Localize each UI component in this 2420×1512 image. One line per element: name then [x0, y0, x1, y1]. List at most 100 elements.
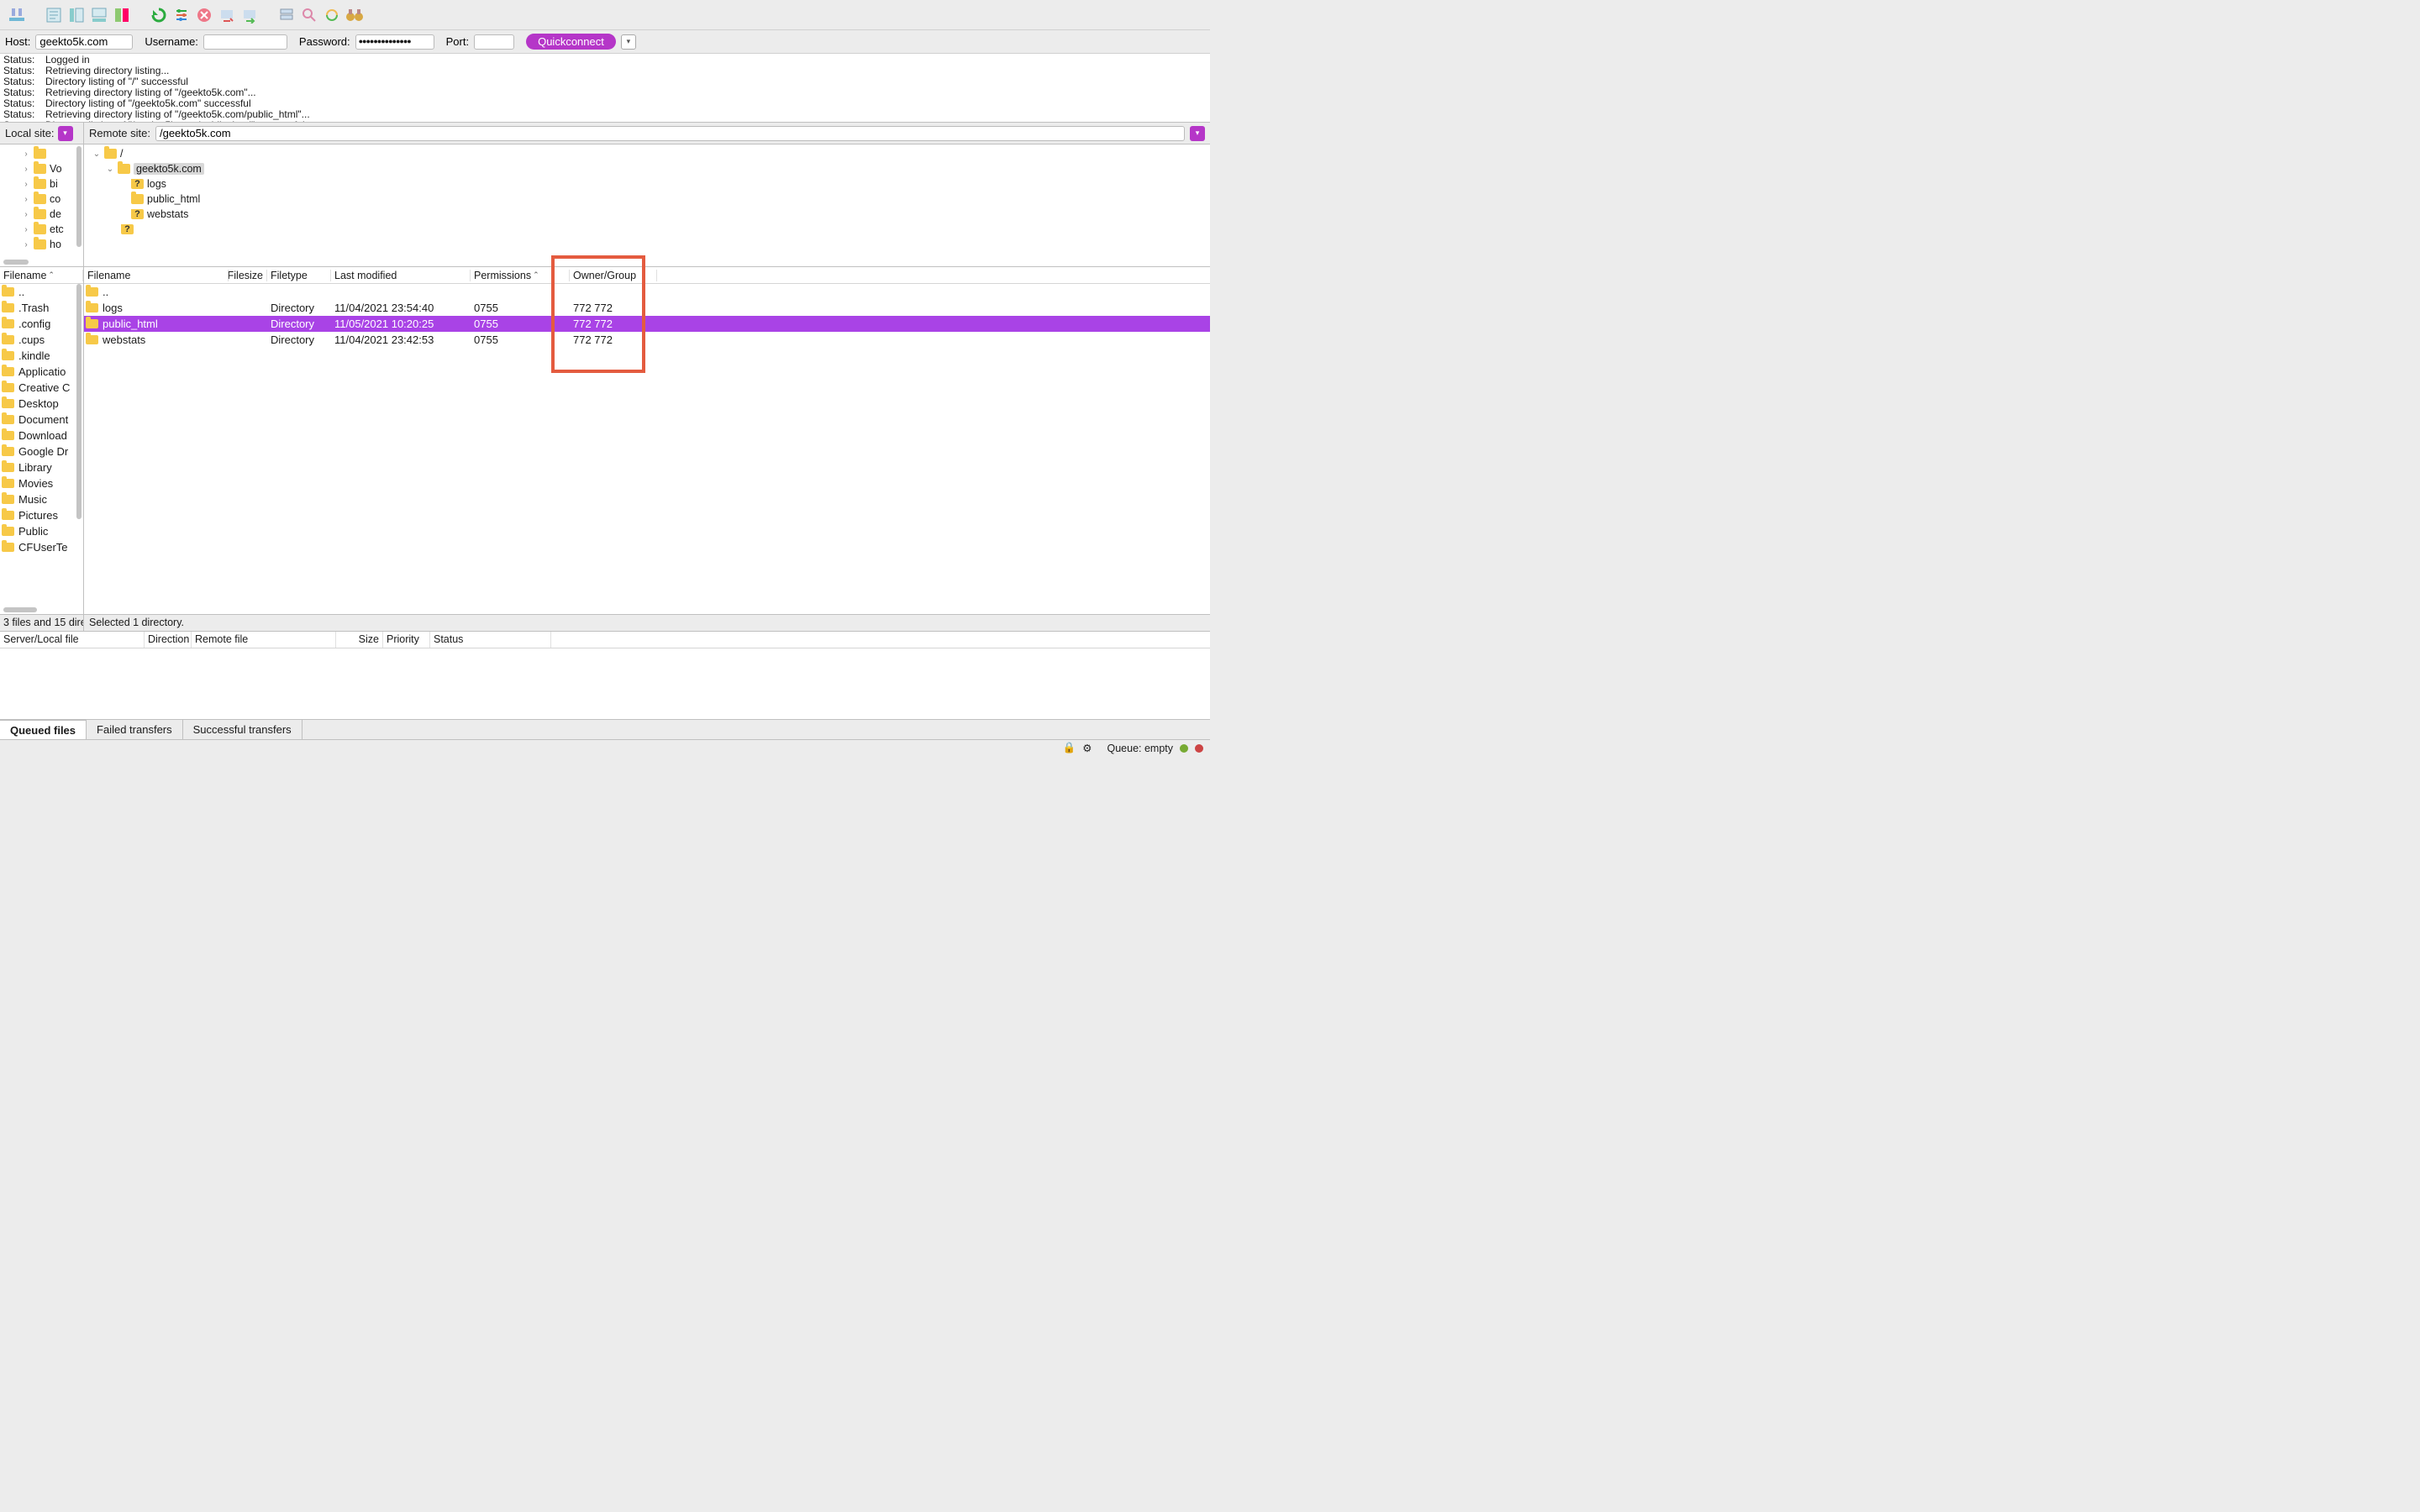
list-item[interactable]: Document — [0, 412, 83, 428]
list-item[interactable]: .config — [0, 316, 83, 332]
folder-icon — [2, 479, 14, 488]
binoculars-icon[interactable] — [345, 5, 365, 25]
list-item[interactable]: Library — [0, 459, 83, 475]
expand-icon[interactable]: › — [22, 225, 30, 234]
folder-unknown-icon: ? — [121, 224, 134, 234]
tree-node[interactable]: › — [2, 146, 83, 161]
tree-node[interactable]: ›de — [2, 207, 83, 222]
list-item[interactable]: .Trash — [0, 300, 83, 316]
scrollbar-vertical[interactable] — [76, 146, 82, 247]
list-item[interactable]: webstatsDirectory11/04/2021 23:42:530755… — [84, 332, 1210, 348]
list-item[interactable]: .. — [84, 284, 1210, 300]
toggle-tree-icon[interactable] — [66, 5, 87, 25]
tree-node[interactable]: ›bi — [2, 176, 83, 192]
tree-node[interactable]: public_html — [147, 193, 200, 205]
list-item[interactable]: Pictures — [0, 507, 83, 523]
expand-icon[interactable]: › — [22, 240, 30, 249]
expand-icon[interactable]: › — [22, 150, 30, 159]
expand-icon[interactable]: › — [22, 195, 30, 204]
username-input[interactable] — [203, 34, 287, 50]
remote-tree[interactable]: ⌄/ ⌄geekto5k.com ?logs public_html ?webs… — [84, 144, 1210, 266]
quickconnect-dropdown[interactable]: ▾ — [621, 34, 636, 50]
folder-icon — [2, 367, 14, 376]
list-item[interactable]: .kindle — [0, 348, 83, 364]
compare-icon[interactable] — [322, 5, 342, 25]
tree-node[interactable]: ›Vo — [2, 161, 83, 176]
list-item[interactable]: CFUserTe — [0, 539, 83, 555]
scrollbar-horizontal[interactable] — [3, 260, 29, 265]
queue-col-size[interactable]: Size — [336, 632, 383, 648]
remote-file-list[interactable]: Filename Filesize Filetype Last modified… — [84, 267, 1210, 614]
local-site-dropdown[interactable]: ▾ — [58, 126, 73, 141]
remote-site-dropdown[interactable]: ▾ — [1190, 126, 1205, 141]
password-input[interactable]: ●●●●●●●●●●●●●● — [355, 34, 434, 50]
sort-asc-icon: ⌃ — [48, 270, 55, 280]
filter-icon[interactable] — [171, 5, 192, 25]
list-item[interactable]: .cups — [0, 332, 83, 348]
list-item[interactable]: Applicatio — [0, 364, 83, 380]
queue-list[interactable] — [0, 648, 1210, 719]
local-tree[interactable]: ››Vo›bi›co›de›etc›ho — [0, 144, 84, 266]
tree-node-root[interactable]: / — [120, 148, 123, 160]
host-input[interactable] — [35, 34, 133, 50]
collapse-icon[interactable]: ⌄ — [106, 165, 114, 174]
collapse-icon[interactable]: ⌄ — [92, 150, 101, 159]
disconnect-icon[interactable] — [217, 5, 237, 25]
remote-col-lastmodified[interactable]: Last modified — [334, 270, 397, 281]
list-item[interactable]: Public — [0, 523, 83, 539]
remote-col-permissions[interactable]: Permissions — [474, 270, 531, 281]
quickconnect-bar: Host: Username: Password: ●●●●●●●●●●●●●●… — [0, 30, 1210, 54]
list-item[interactable]: .. — [0, 284, 83, 300]
cancel-icon[interactable] — [194, 5, 214, 25]
toggle-queue-icon[interactable] — [89, 5, 109, 25]
list-item[interactable]: Desktop — [0, 396, 83, 412]
queue-col-direction[interactable]: Direction — [145, 632, 192, 648]
list-item[interactable]: public_htmlDirectory11/05/2021 10:20:250… — [84, 316, 1210, 332]
toggle-log-icon[interactable] — [44, 5, 64, 25]
local-file-list[interactable]: Filename⌃ ...Trash.config.cups.kindleApp… — [0, 267, 84, 614]
tree-node[interactable]: ›co — [2, 192, 83, 207]
tree-node[interactable]: ›etc — [2, 222, 83, 237]
scrollbar-vertical[interactable] — [76, 284, 82, 519]
queue-col-server[interactable]: Server/Local file — [0, 632, 145, 648]
remote-site-input[interactable] — [155, 126, 1185, 141]
list-item[interactable]: Download — [0, 428, 83, 444]
expand-icon[interactable]: › — [22, 210, 30, 219]
remote-col-filename[interactable]: Filename — [87, 270, 130, 281]
tab-queued-files[interactable]: Queued files — [0, 720, 87, 739]
folder-icon — [2, 463, 14, 472]
refresh-icon[interactable] — [149, 5, 169, 25]
list-item[interactable]: Movies — [0, 475, 83, 491]
list-item[interactable]: Google Dr — [0, 444, 83, 459]
tree-node[interactable]: ›ho — [2, 237, 83, 252]
expand-icon[interactable]: › — [22, 180, 30, 189]
list-item[interactable]: Creative C — [0, 380, 83, 396]
quickconnect-button[interactable]: Quickconnect — [526, 34, 616, 50]
remote-col-filesize[interactable]: Filesize — [229, 270, 263, 281]
tree-node-selected[interactable]: geekto5k.com — [134, 163, 204, 175]
queue-col-remote[interactable]: Remote file — [192, 632, 336, 648]
local-col-filename[interactable]: Filename — [3, 270, 46, 281]
scrollbar-horizontal[interactable] — [3, 607, 37, 612]
search-icon[interactable] — [299, 5, 319, 25]
message-log[interactable]: Status:Logged inStatus:Retrieving direct… — [0, 54, 1210, 123]
tree-node[interactable]: webstats — [147, 208, 188, 220]
server-status-icon[interactable] — [276, 5, 297, 25]
tree-node[interactable]: logs — [147, 178, 166, 190]
remote-col-ownergroup[interactable]: Owner/Group — [573, 270, 636, 281]
reconnect-icon[interactable] — [239, 5, 260, 25]
list-item[interactable]: Music — [0, 491, 83, 507]
list-item[interactable]: logsDirectory11/04/2021 23:54:400755772 … — [84, 300, 1210, 316]
site-manager-icon[interactable] — [7, 5, 27, 25]
folder-icon — [34, 239, 46, 249]
queue-col-priority[interactable]: Priority — [383, 632, 430, 648]
toggle-compare-icon[interactable] — [112, 5, 132, 25]
sort-asc-icon: ⌃ — [533, 270, 539, 280]
tab-successful-transfers[interactable]: Successful transfers — [183, 720, 302, 739]
port-input[interactable] — [474, 34, 514, 50]
queue-header: Server/Local file Direction Remote file … — [0, 632, 1210, 648]
expand-icon[interactable]: › — [22, 165, 30, 174]
tab-failed-transfers[interactable]: Failed transfers — [87, 720, 183, 739]
queue-col-status[interactable]: Status — [430, 632, 551, 648]
remote-col-filetype[interactable]: Filetype — [271, 270, 308, 281]
